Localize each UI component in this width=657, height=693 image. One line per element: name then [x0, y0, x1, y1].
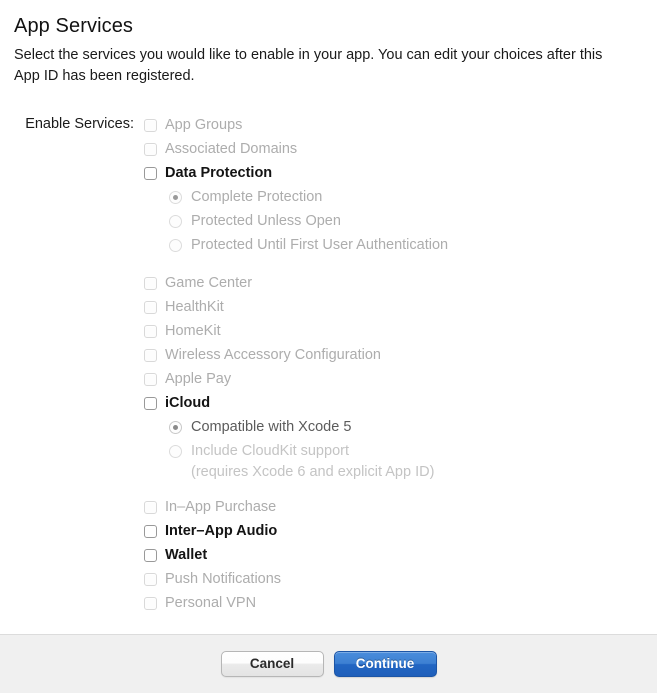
checkbox-icon[interactable] — [144, 525, 157, 538]
service-group: App Groups Associated Domains Data Protect… — [144, 115, 643, 259]
radio-option-complete-protection: Complete Protection — [144, 187, 643, 211]
cancel-button[interactable]: Cancel — [220, 651, 324, 677]
option-label-with-note: Include CloudKit support (requires Xcode … — [191, 441, 434, 483]
option-label: Protected Until First User Authenticatio… — [191, 237, 449, 253]
checkbox-option-push-notifications: Push Notifications — [144, 569, 643, 593]
radio-option-compatible-with-xcode-5[interactable]: Compatible with Xcode 5 — [144, 417, 643, 441]
checkbox-option-healthkit: HealthKit — [144, 297, 643, 321]
radio-option-protected-unless-open: Protected Unless Open — [144, 211, 643, 235]
checkbox-option-game-center: Game Center — [144, 273, 643, 297]
checkbox-icon — [144, 325, 157, 338]
checkbox-icon — [144, 597, 157, 610]
checkbox-option-data-protection[interactable]: Data Protection — [144, 163, 643, 187]
continue-button[interactable]: Continue — [333, 651, 437, 677]
checkbox-icon — [144, 119, 157, 132]
checkbox-option-personal-vpn: Personal VPN — [144, 593, 643, 617]
checkbox-icon — [144, 501, 157, 514]
checkbox-option-in-app-purchase: In–App Purchase — [144, 497, 643, 521]
option-label: Game Center — [165, 275, 253, 291]
option-label: Inter–App Audio — [165, 523, 278, 539]
option-label: HealthKit — [165, 299, 224, 315]
radio-option-include-cloudkit-support: Include CloudKit support (requires Xcode … — [144, 441, 643, 483]
footer-bar: Cancel Continue — [0, 634, 657, 693]
service-group: In–App Purchase Inter–App Audio Wallet Push… — [144, 497, 643, 617]
option-label: Wallet — [165, 547, 208, 563]
checkbox-option-icloud[interactable]: iCloud — [144, 393, 643, 417]
option-label: Personal VPN — [165, 595, 257, 611]
checkbox-option-associated-domains: Associated Domains — [144, 139, 643, 163]
checkbox-option-homekit: HomeKit — [144, 321, 643, 345]
checkbox-option-apple-pay: Apple Pay — [144, 369, 643, 393]
checkbox-icon — [144, 143, 157, 156]
checkbox-option-wireless-accessory-configuration: Wireless Accessory Configuration — [144, 345, 643, 369]
radio-icon[interactable] — [169, 421, 182, 434]
option-label: App Groups — [165, 117, 243, 133]
checkbox-option-inter-app-audio[interactable]: Inter–App Audio — [144, 521, 643, 545]
option-label: iCloud — [165, 395, 211, 411]
enable-services-label: Enable Services: — [25, 116, 134, 132]
checkbox-option-app-groups: App Groups — [144, 115, 643, 139]
option-label: Data Protection — [165, 165, 273, 181]
radio-icon — [169, 215, 182, 228]
radio-icon — [169, 445, 182, 458]
services-option-list: App Groups Associated Domains Data Protect… — [144, 115, 643, 617]
checkbox-icon — [144, 573, 157, 586]
page-content: App Services Select the services you wou… — [0, 0, 657, 617]
page-title: App Services — [14, 15, 134, 37]
page-description: Select the services you would like to en… — [14, 47, 603, 84]
radio-icon — [169, 239, 182, 252]
option-label: Apple Pay — [165, 371, 232, 387]
option-label: Compatible with Xcode 5 — [191, 419, 352, 435]
checkbox-option-wallet[interactable]: Wallet — [144, 545, 643, 569]
option-label: Include CloudKit support — [191, 443, 349, 459]
checkbox-icon[interactable] — [144, 549, 157, 562]
checkbox-icon[interactable] — [144, 167, 157, 180]
checkbox-icon — [144, 349, 157, 362]
option-label: Complete Protection — [191, 189, 323, 205]
checkbox-icon[interactable] — [144, 397, 157, 410]
enable-services-row: Enable Services: App Groups Associated Do… — [14, 115, 643, 617]
option-label: Protected Unless Open — [191, 213, 341, 229]
checkbox-icon — [144, 301, 157, 314]
option-label: Wireless Accessory Configuration — [165, 347, 381, 363]
service-group: Game Center HealthKit HomeKit Wireless Acce… — [144, 273, 643, 483]
checkbox-icon — [144, 277, 157, 290]
option-label: In–App Purchase — [165, 499, 277, 515]
option-note: (requires Xcode 6 and explicit App ID) — [191, 464, 435, 480]
option-label: Push Notifications — [165, 571, 282, 587]
checkbox-icon — [144, 373, 157, 386]
radio-option-protected-until-first-user-authentication: Protected Until First User Authenticatio… — [144, 235, 643, 259]
app-services-page: App Services Select the services you wou… — [0, 0, 657, 693]
radio-icon — [169, 191, 182, 204]
option-label: Associated Domains — [165, 141, 298, 157]
option-label: HomeKit — [165, 323, 221, 339]
